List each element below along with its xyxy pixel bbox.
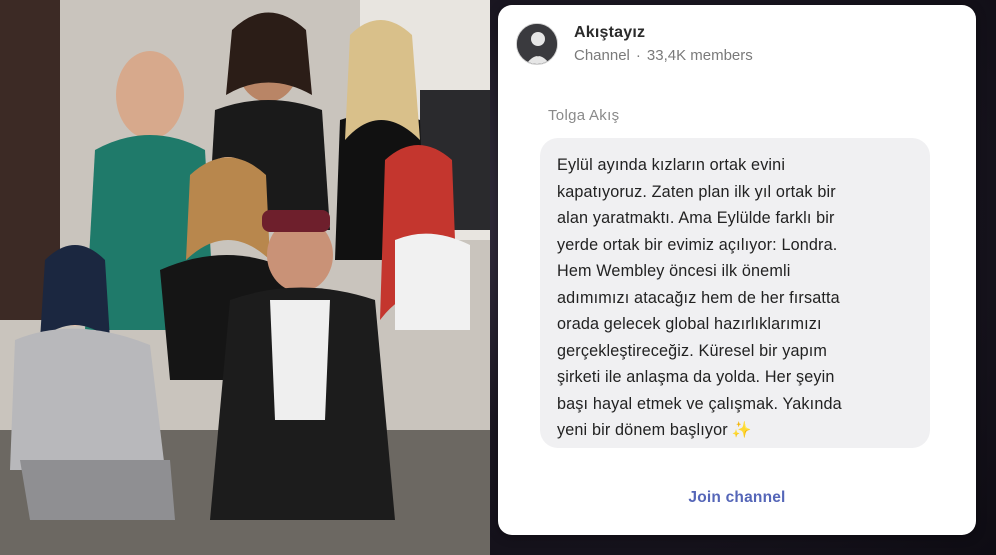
message-line-text: yeni bir dönem başlıyor [557,421,728,439]
member-count: 33,4K members [646,47,753,64]
message-line: adımımızı atacağız hem de her fırsatta [557,288,840,307]
sparkles-icon: ✨ [731,422,752,439]
message-line: başı hayal etmek ve çalışmak. Yakında [557,394,842,413]
message-line: şirketi ile anlaşma da yolda. Her şeyin [557,368,835,386]
channel-meta: Channel · 33,4K members [574,47,753,64]
message-line: orada gelecek global hazırlıklarımızı [557,315,822,333]
avatar[interactable] [516,23,558,65]
channel-card: Akıştayız Channel · 33,4K members Tolga Ak… [498,5,976,535]
sender-name: Tolga Akış [548,107,620,124]
join-channel-button[interactable]: Join channel [498,489,976,507]
channel-type: Channel [574,47,630,64]
message-line: kapatıyoruz. Zaten plan ilk yıl ortak bi… [557,182,836,201]
channel-name[interactable]: Akıştayız [574,24,753,42]
avatar-portrait-icon [517,24,557,64]
message-line: yerde ortak bir evimiz açılıyor: Londra. [557,235,838,254]
meta-separator: · [635,47,641,64]
message-line: Hem Wembley öncesi ilk önemli [557,262,791,280]
channel-header: Akıştayız Channel · 33,4K members [516,19,753,69]
message-line-last: yeni bir dönem başlıyor ✨ [557,417,914,445]
group-photo-illustration [0,0,490,555]
group-photo [0,0,490,555]
message-line: gerçekleştireceğiz. Küresel bir yapım [557,341,828,360]
message-bubble: Eylül ayında kızların ortak evini kapatı… [540,138,930,448]
message-line: Eylül ayında kızların ortak evini [557,156,786,174]
channel-info: Akıştayız Channel · 33,4K members [574,24,753,64]
channel-screenshot: Akıştayız Channel · 33,4K members Tolga Ak… [490,0,996,555]
message-line: alan yaratmaktı. Ama Eylülde farklı bir [557,209,835,227]
